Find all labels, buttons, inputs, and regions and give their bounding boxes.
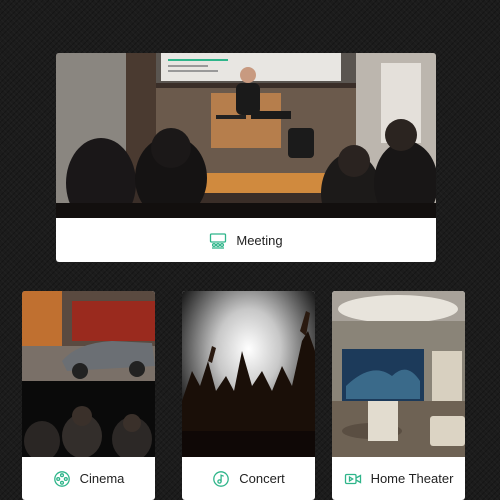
home-theater-photo: [332, 291, 465, 457]
meeting-photo: [56, 53, 436, 218]
meeting-card[interactable]: Meeting: [56, 53, 436, 262]
classroom-icon: [209, 231, 227, 249]
home-theater-card[interactable]: Home Theater: [332, 291, 465, 500]
music-note-icon: [212, 470, 230, 488]
concert-label-row: Concert: [182, 457, 315, 500]
concert-photo: [182, 291, 315, 457]
cinema-label-row: Cinema: [22, 457, 155, 500]
meeting-label: Meeting: [236, 232, 283, 248]
concert-card[interactable]: Concert: [182, 291, 315, 500]
cinema-label: Cinema: [79, 471, 125, 486]
concert-label: Concert: [239, 471, 285, 486]
cinema-photo: [22, 291, 155, 457]
cinema-card[interactable]: Cinema: [22, 291, 155, 500]
meeting-label-row: Meeting: [56, 218, 436, 262]
video-camera-icon: [344, 470, 362, 488]
home-theater-label: Home Theater: [370, 471, 454, 486]
home-theater-label-row: Home Theater: [332, 457, 465, 500]
scenario-showcase: { "accent_color": "#2fb58a", "cards": [ …: [0, 0, 500, 500]
film-reel-icon: [53, 470, 71, 488]
